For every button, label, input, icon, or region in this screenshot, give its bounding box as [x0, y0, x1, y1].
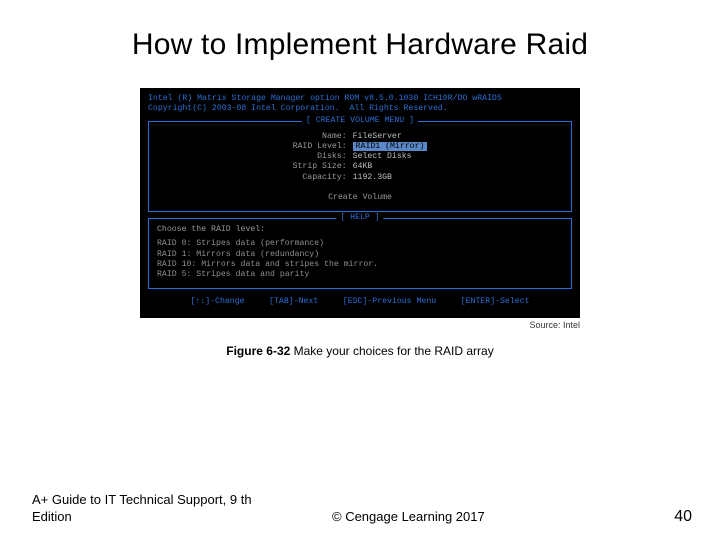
- book-title: A+ Guide to IT Technical Support, 9 th E…: [32, 492, 292, 526]
- capacity-label: Capacity:: [293, 173, 353, 183]
- footer: A+ Guide to IT Technical Support, 9 th E…: [0, 492, 720, 526]
- help-heading: Choose the RAID level:: [157, 225, 563, 235]
- create-volume-panel-title: [ CREATE VOLUME MENU ]: [302, 116, 418, 126]
- slide-title: How to Implement Hardware Raid: [0, 0, 720, 62]
- raid-level-value[interactable]: RAID1 (Mirror): [353, 142, 428, 152]
- help-body: RAID 0: Stripes data (performance) RAID …: [157, 239, 563, 280]
- help-panel-title: [ HELP ]: [336, 213, 383, 223]
- capacity-value: 1192.3GB: [353, 173, 428, 183]
- disks-label: Disks:: [293, 152, 353, 162]
- disks-value[interactable]: Select Disks: [353, 152, 428, 162]
- figure-caption: Figure 6-32 Make your choices for the RA…: [0, 344, 720, 358]
- bios-screen: Intel (R) Matrix Storage Manager option …: [140, 88, 580, 318]
- copyright: © Cengage Learning 2017: [332, 509, 485, 526]
- name-label: Name:: [293, 132, 353, 142]
- help-panel: [ HELP ] Choose the RAID level: RAID 0: …: [148, 218, 572, 289]
- nav-hints: [↑↓]-Change [TAB]-Next [ESC]-Previous Me…: [148, 297, 572, 307]
- bios-header-line2: Copyright(C) 2003-08 Intel Corporation. …: [148, 104, 572, 114]
- figure: Intel (R) Matrix Storage Manager option …: [140, 88, 580, 330]
- field-table: Name: FileServer RAID Level: RAID1 (Mirr…: [293, 132, 428, 183]
- slide: How to Implement Hardware Raid Intel (R)…: [0, 0, 720, 540]
- figure-source: Source: Intel: [140, 320, 580, 330]
- strip-size-label: Strip Size:: [293, 162, 353, 172]
- page-number: 40: [674, 508, 692, 526]
- figure-caption-text: Make your choices for the RAID array: [290, 344, 493, 358]
- strip-size-value[interactable]: 64KB: [353, 162, 428, 172]
- figure-number: Figure 6-32: [226, 344, 290, 358]
- create-volume-panel: [ CREATE VOLUME MENU ] Name: FileServer …: [148, 121, 572, 213]
- bios-header-line1: Intel (R) Matrix Storage Manager option …: [148, 94, 572, 104]
- create-volume-action[interactable]: Create Volume: [157, 193, 563, 203]
- raid-level-label: RAID Level:: [293, 142, 353, 152]
- name-value[interactable]: FileServer: [353, 132, 428, 142]
